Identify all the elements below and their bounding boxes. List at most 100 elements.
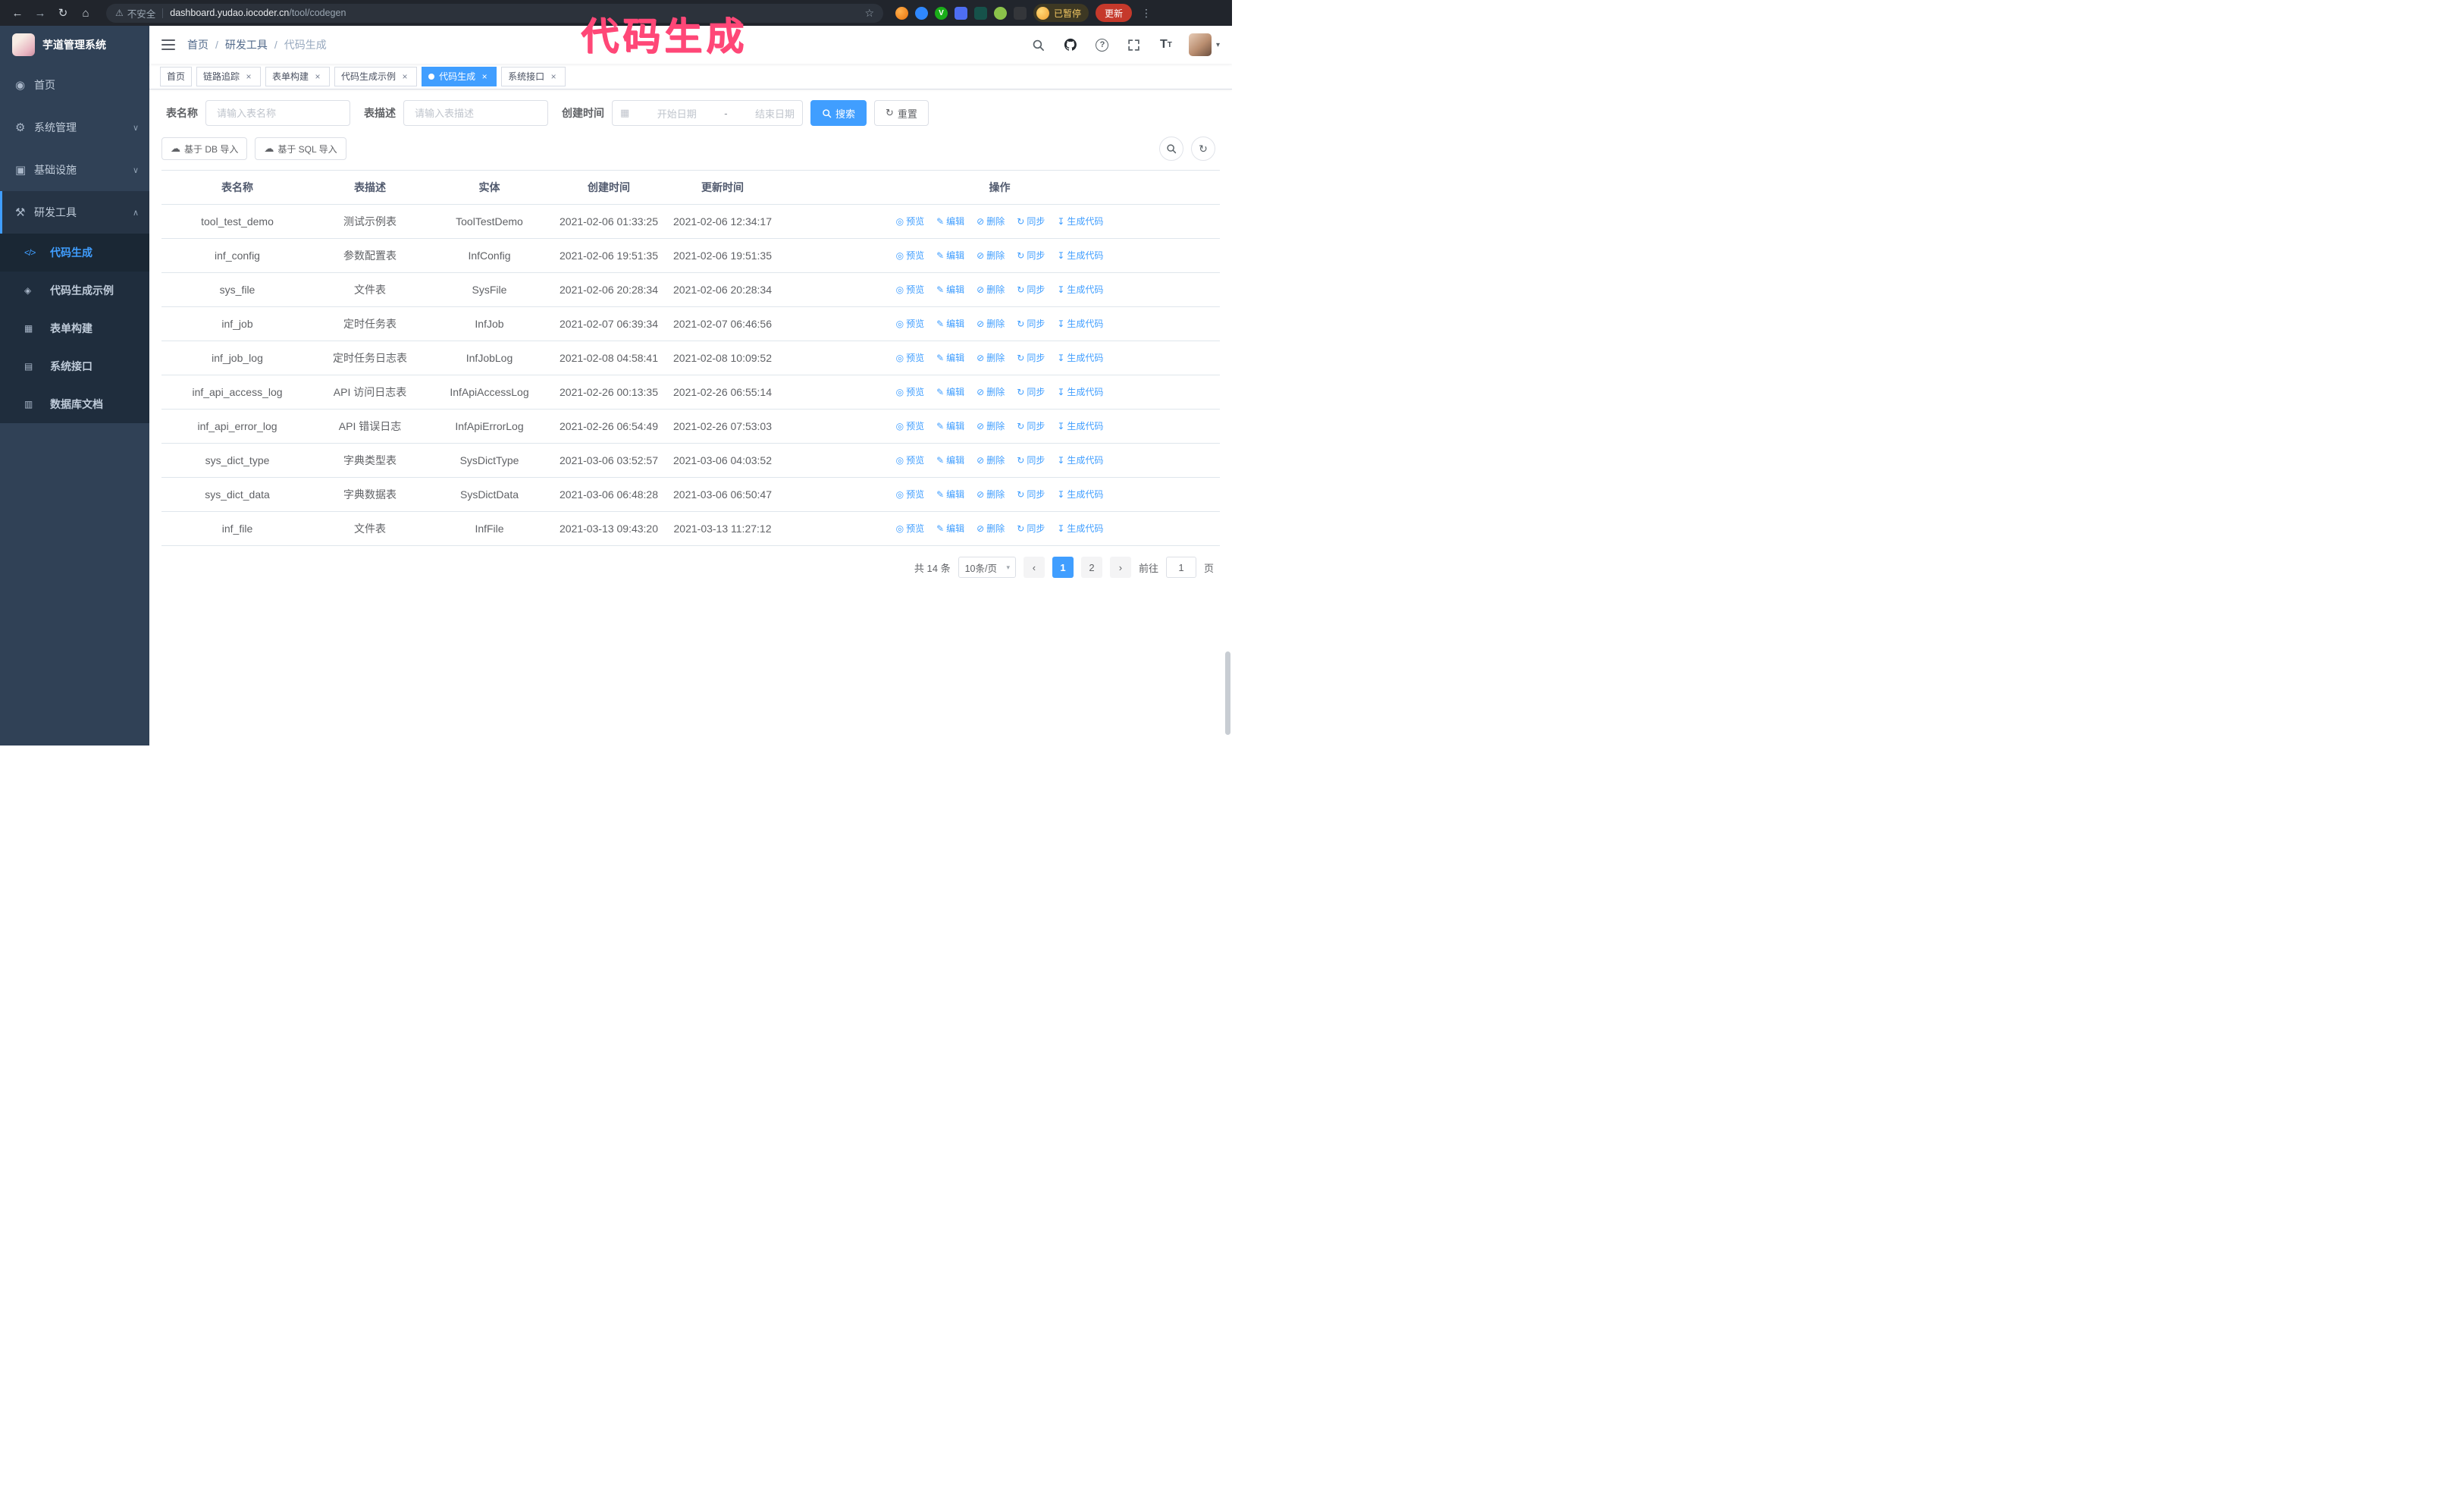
edit-link[interactable]: ✎ 编辑 bbox=[936, 350, 964, 366]
generate-code-link[interactable]: ↧ 生成代码 bbox=[1057, 452, 1103, 469]
delete-link[interactable]: ⊘ 删除 bbox=[977, 452, 1005, 469]
page-size-select[interactable]: 10条/页 ▾ bbox=[958, 557, 1016, 578]
tab-system-api[interactable]: 系统接口 × bbox=[501, 66, 566, 86]
import-db-button[interactable]: ☁ 基于 DB 导入 bbox=[161, 137, 248, 160]
preview-link[interactable]: ◎ 预览 bbox=[896, 486, 925, 503]
sync-link[interactable]: ↻ 同步 bbox=[1017, 384, 1045, 400]
preview-link[interactable]: ◎ 预览 bbox=[896, 315, 925, 332]
tab-form-builder[interactable]: 表单构建 × bbox=[265, 66, 331, 86]
sidebar-item-dev-tools[interactable]: ⚒ 研发工具 ∧ bbox=[0, 191, 149, 234]
sync-link[interactable]: ↻ 同步 bbox=[1017, 418, 1045, 435]
help-icon[interactable]: ? bbox=[1093, 36, 1111, 54]
sidebar-item-form-builder[interactable]: ▦ 表单构建 bbox=[0, 309, 149, 347]
edit-link[interactable]: ✎ 编辑 bbox=[936, 213, 964, 230]
forward-button[interactable]: → bbox=[30, 3, 50, 23]
preview-link[interactable]: ◎ 预览 bbox=[896, 452, 925, 469]
edit-link[interactable]: ✎ 编辑 bbox=[936, 418, 964, 435]
address-bar[interactable]: ⚠ 不安全 dashboard.yudao.iocoder.cn /tool/c… bbox=[106, 3, 883, 23]
refresh-list-button[interactable]: ↻ bbox=[1191, 137, 1215, 161]
delete-link[interactable]: ⊘ 删除 bbox=[977, 418, 1005, 435]
generate-code-link[interactable]: ↧ 生成代码 bbox=[1057, 281, 1103, 298]
back-button[interactable]: ← bbox=[8, 3, 27, 23]
sync-link[interactable]: ↻ 同步 bbox=[1017, 213, 1045, 230]
extension-icon[interactable] bbox=[994, 6, 1007, 20]
generate-code-link[interactable]: ↧ 生成代码 bbox=[1057, 247, 1103, 264]
sync-link[interactable]: ↻ 同步 bbox=[1017, 350, 1045, 366]
import-sql-button[interactable]: ☁ 基于 SQL 导入 bbox=[255, 137, 346, 160]
toggle-search-button[interactable] bbox=[1159, 137, 1183, 161]
edit-link[interactable]: ✎ 编辑 bbox=[936, 384, 964, 400]
edit-link[interactable]: ✎ 编辑 bbox=[936, 315, 964, 332]
prev-page-button[interactable]: ‹ bbox=[1023, 557, 1045, 578]
extension-icon[interactable] bbox=[974, 6, 987, 20]
create-time-range-picker[interactable]: ▦ 开始日期 - 结束日期 bbox=[612, 100, 803, 126]
edit-link[interactable]: ✎ 编辑 bbox=[936, 520, 964, 537]
preview-link[interactable]: ◎ 预览 bbox=[896, 418, 925, 435]
close-icon[interactable]: × bbox=[312, 71, 323, 82]
hamburger-icon[interactable] bbox=[161, 39, 175, 50]
reload-button[interactable]: ↻ bbox=[53, 3, 73, 23]
sidebar-item-system-api[interactable]: ▤ 系统接口 bbox=[0, 347, 149, 385]
delete-link[interactable]: ⊘ 删除 bbox=[977, 384, 1005, 400]
generate-code-link[interactable]: ↧ 生成代码 bbox=[1057, 350, 1103, 366]
extension-icon[interactable] bbox=[915, 6, 928, 20]
sync-link[interactable]: ↻ 同步 bbox=[1017, 452, 1045, 469]
breadcrumb-dev-tools[interactable]: 研发工具 bbox=[225, 37, 268, 52]
next-page-button[interactable]: › bbox=[1109, 557, 1131, 578]
close-icon[interactable]: × bbox=[400, 71, 410, 82]
delete-link[interactable]: ⊘ 删除 bbox=[977, 486, 1005, 503]
delete-link[interactable]: ⊘ 删除 bbox=[977, 350, 1005, 366]
page-button-2[interactable]: 2 bbox=[1080, 557, 1102, 578]
edit-link[interactable]: ✎ 编辑 bbox=[936, 452, 964, 469]
sync-link[interactable]: ↻ 同步 bbox=[1017, 281, 1045, 298]
preview-link[interactable]: ◎ 预览 bbox=[896, 520, 925, 537]
reset-button[interactable]: ↻ 重置 bbox=[874, 100, 929, 126]
sync-link[interactable]: ↻ 同步 bbox=[1017, 486, 1045, 503]
edit-link[interactable]: ✎ 编辑 bbox=[936, 247, 964, 264]
scrollbar-thumb[interactable] bbox=[1225, 651, 1230, 735]
preview-link[interactable]: ◎ 预览 bbox=[896, 384, 925, 400]
sidebar-item-db-docs[interactable]: ▥ 数据库文档 bbox=[0, 385, 149, 423]
delete-link[interactable]: ⊘ 删除 bbox=[977, 213, 1005, 230]
table-name-input[interactable] bbox=[215, 106, 340, 120]
goto-page-input[interactable] bbox=[1165, 557, 1196, 578]
sidebar-item-codegen[interactable]: </> 代码生成 bbox=[0, 234, 149, 272]
close-icon[interactable]: × bbox=[243, 71, 254, 82]
user-menu[interactable]: ▾ bbox=[1188, 33, 1220, 56]
extension-icon[interactable] bbox=[895, 6, 908, 20]
preview-link[interactable]: ◎ 预览 bbox=[896, 213, 925, 230]
tab-codegen-example[interactable]: 代码生成示例 × bbox=[334, 66, 418, 86]
edit-link[interactable]: ✎ 编辑 bbox=[936, 486, 964, 503]
sidebar-item-home[interactable]: ◉ 首页 bbox=[0, 64, 149, 106]
breadcrumb-home[interactable]: 首页 bbox=[187, 37, 208, 52]
generate-code-link[interactable]: ↧ 生成代码 bbox=[1057, 213, 1103, 230]
generate-code-link[interactable]: ↧ 生成代码 bbox=[1057, 384, 1103, 400]
profile-paused-chip[interactable]: 已暂停 bbox=[1033, 4, 1089, 22]
scrollbar[interactable] bbox=[1224, 26, 1231, 746]
delete-link[interactable]: ⊘ 删除 bbox=[977, 247, 1005, 264]
table-desc-input[interactable] bbox=[413, 106, 538, 120]
sidebar-item-system-management[interactable]: ⚙ 系统管理 ∨ bbox=[0, 106, 149, 149]
browser-update-button[interactable]: 更新 bbox=[1096, 4, 1133, 22]
tab-home[interactable]: 首页 bbox=[160, 66, 193, 86]
tab-codegen[interactable]: 代码生成 × bbox=[422, 66, 497, 86]
generate-code-link[interactable]: ↧ 生成代码 bbox=[1057, 486, 1103, 503]
search-button[interactable]: 搜索 bbox=[810, 100, 867, 126]
close-icon[interactable]: × bbox=[479, 71, 490, 82]
extension-icon[interactable] bbox=[955, 6, 967, 20]
generate-code-link[interactable]: ↧ 生成代码 bbox=[1057, 520, 1103, 537]
github-icon[interactable] bbox=[1061, 36, 1080, 54]
sync-link[interactable]: ↻ 同步 bbox=[1017, 520, 1045, 537]
delete-link[interactable]: ⊘ 删除 bbox=[977, 315, 1005, 332]
generate-code-link[interactable]: ↧ 生成代码 bbox=[1057, 315, 1103, 332]
search-icon[interactable] bbox=[1030, 36, 1048, 54]
preview-link[interactable]: ◎ 预览 bbox=[896, 247, 925, 264]
browser-menu-icon[interactable]: ⋮ bbox=[1139, 7, 1154, 20]
sidebar-item-codegen-example[interactable]: ◈ 代码生成示例 bbox=[0, 272, 149, 309]
sync-link[interactable]: ↻ 同步 bbox=[1017, 247, 1045, 264]
preview-link[interactable]: ◎ 预览 bbox=[896, 350, 925, 366]
delete-link[interactable]: ⊘ 删除 bbox=[977, 520, 1005, 537]
tab-link-tracing[interactable]: 链路追踪 × bbox=[196, 66, 262, 86]
home-button[interactable]: ⌂ bbox=[76, 3, 96, 23]
extension-icon[interactable]: V bbox=[935, 6, 948, 20]
